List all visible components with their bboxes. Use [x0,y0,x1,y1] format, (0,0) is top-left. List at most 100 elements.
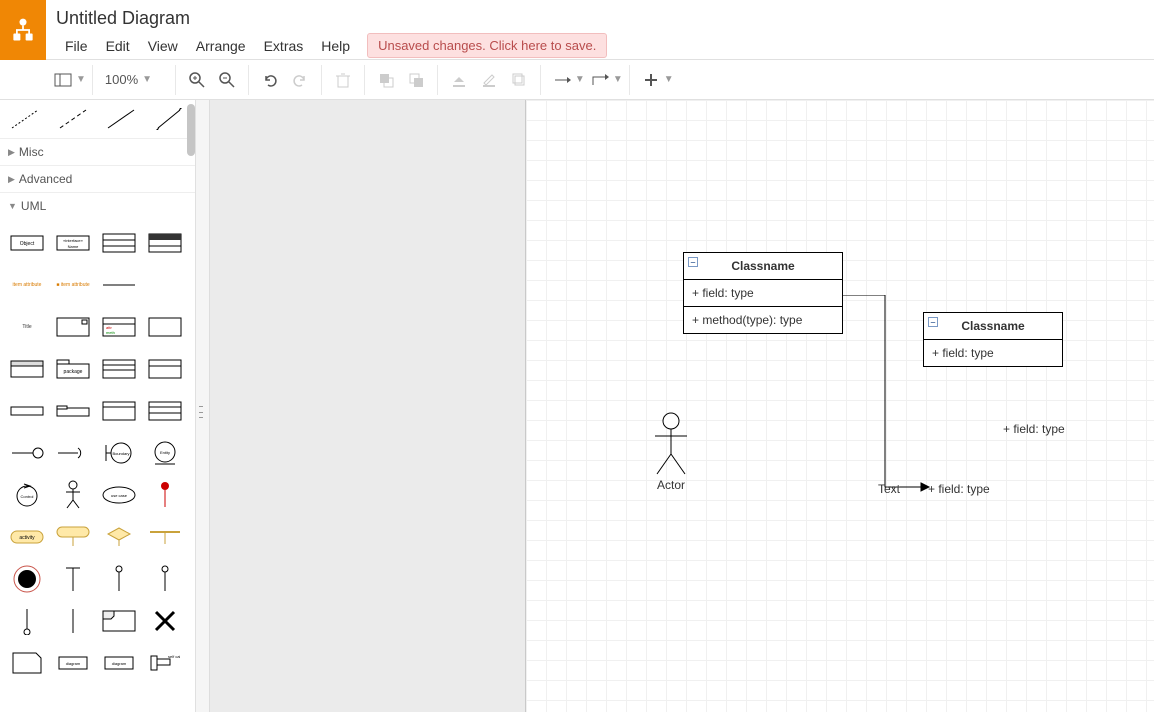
uml-shape-package[interactable]: package [52,351,94,387]
uml-shape-tab-rect[interactable] [52,393,94,429]
class1-name: Classname [731,259,794,273]
uml-shape-activity[interactable]: activity [6,519,48,555]
insert-button[interactable] [636,65,666,95]
uml-shape-t-down[interactable] [52,561,94,597]
category-uml[interactable]: ▼UML [0,192,195,219]
collapse-toggle-icon[interactable]: – [688,257,698,267]
delete-button[interactable] [328,65,358,95]
menu-view[interactable]: View [139,34,187,58]
uml-shape-selfcall[interactable]: self call [144,645,186,681]
uml-shape-block[interactable] [6,351,48,387]
svg-text:«interface»: «interface» [63,238,84,243]
uml-shape-empty1[interactable] [144,267,186,303]
uml-shape-divider[interactable] [98,267,140,303]
zoom-out-button[interactable] [212,65,242,95]
uml-shape-required[interactable] [52,435,94,471]
uml-shape-boundary[interactable]: Boundary [98,435,140,471]
uml-shape-class-7[interactable] [144,393,186,429]
to-back-button[interactable] [401,65,431,95]
uml-shape-small1[interactable]: diagram [52,645,94,681]
uml-shape-frame[interactable] [98,603,140,639]
connector-1-label[interactable]: Text [878,482,900,496]
class2-field[interactable]: + field: type [924,340,1062,366]
uml-shape[interactable] [6,561,48,597]
waypoint-button[interactable] [585,65,615,95]
uml-shape-fork-bar[interactable] [144,519,186,555]
zoom-in-button[interactable] [182,65,212,95]
uml-shape-object[interactable]: Object [6,225,48,261]
to-front-button[interactable] [371,65,401,95]
toolbar: ▼ 100%▼ ▼ ▼ ▼ [0,60,1154,100]
uml-actor[interactable]: Actor [651,412,691,492]
category-misc[interactable]: ▶Misc [0,138,195,165]
uml-shape-note[interactable] [6,645,48,681]
shape-double-arrow[interactable] [150,104,188,134]
sidebar-scrollbar[interactable] [187,104,195,156]
uml-shape-title[interactable]: Title [6,309,48,345]
document-title[interactable]: Untitled Diagram [56,6,607,33]
shapes-sidebar[interactable]: ▶Misc ▶Advanced ▼UML Object «interface»N… [0,100,196,712]
uml-shape-class-colored[interactable]: attrmeth [98,309,140,345]
uml-shape-control[interactable]: Control [6,477,48,513]
shape-dashed-line[interactable] [54,104,92,134]
uml-shape-lollipop[interactable] [6,435,48,471]
uml-shape-rect[interactable] [144,309,186,345]
main-area: ▶Misc ▶Advanced ▼UML Object «interface»N… [0,100,1154,712]
view-mode-button[interactable] [48,65,78,95]
connector-1[interactable] [843,295,933,495]
app-logo[interactable] [0,0,46,60]
save-banner[interactable]: Unsaved changes. Click here to save. [367,33,607,58]
connection-button[interactable] [547,65,577,95]
class1-method[interactable]: + method(type): type [684,307,842,333]
zoom-selector[interactable]: 100%▼ [99,72,169,87]
uml-shape-small2[interactable]: diagram [98,645,140,681]
uml-shape-activity-fork[interactable] [52,519,94,555]
menu-help[interactable]: Help [312,34,359,58]
uml-shape-usecase[interactable]: use case [98,477,140,513]
uml-shape-class-6[interactable] [98,393,140,429]
undo-button[interactable] [255,65,285,95]
top-bar: Untitled Diagram File Edit View Arrange … [0,0,1154,60]
svg-text:use case: use case [111,493,128,498]
uml-class-2[interactable]: – Classname + field: type [923,312,1063,367]
uml-shape-line-v[interactable] [52,603,94,639]
uml-class-1[interactable]: – Classname + field: type + method(type)… [683,252,843,334]
diagram-canvas[interactable]: – Classname + field: type + method(type)… [526,100,1154,712]
floating-field-1[interactable]: + field: type [1003,422,1065,436]
class1-field[interactable]: + field: type [684,280,842,307]
uml-shape-pin-small[interactable] [98,561,140,597]
uml-shape-interface[interactable]: «interface»Name [52,225,94,261]
uml-shape-actor[interactable] [52,477,94,513]
uml-shape-class-3[interactable] [98,225,140,261]
category-advanced[interactable]: ▶Advanced [0,165,195,192]
outline-panel[interactable] [210,100,526,712]
redo-button[interactable] [285,65,315,95]
splitter[interactable] [196,100,210,712]
uml-shape-decision[interactable] [98,519,140,555]
uml-shape-pin-red[interactable] [144,477,186,513]
shape-dotted-line[interactable] [6,104,44,134]
menu-extras[interactable]: Extras [255,34,313,58]
actor-icon [651,412,691,476]
uml-shape-destroy[interactable] [144,603,186,639]
line-color-button[interactable] [474,65,504,95]
svg-text:Boundary: Boundary [112,451,129,456]
uml-shape-item-orange2[interactable]: ■ item attribute [52,267,94,303]
uml-shape-entity[interactable]: Entity [144,435,186,471]
fill-color-button[interactable] [444,65,474,95]
uml-shape-class-4[interactable] [98,351,140,387]
menu-file[interactable]: File [56,34,97,58]
shadow-button[interactable] [504,65,534,95]
menu-edit[interactable]: Edit [97,34,139,58]
uml-shape-pin-down[interactable] [6,603,48,639]
svg-text:Control: Control [21,494,34,499]
shape-solid-line[interactable] [102,104,140,134]
uml-shape-class-header[interactable] [144,225,186,261]
uml-shape-pin-small2[interactable] [144,561,186,597]
floating-field-2[interactable]: + field: type [928,482,990,496]
uml-shape-component[interactable] [52,309,94,345]
menu-arrange[interactable]: Arrange [187,34,255,58]
uml-shape-slim-rect[interactable] [6,393,48,429]
uml-shape-item-orange[interactable]: item attribute [6,267,48,303]
uml-shape-class-5[interactable] [144,351,186,387]
